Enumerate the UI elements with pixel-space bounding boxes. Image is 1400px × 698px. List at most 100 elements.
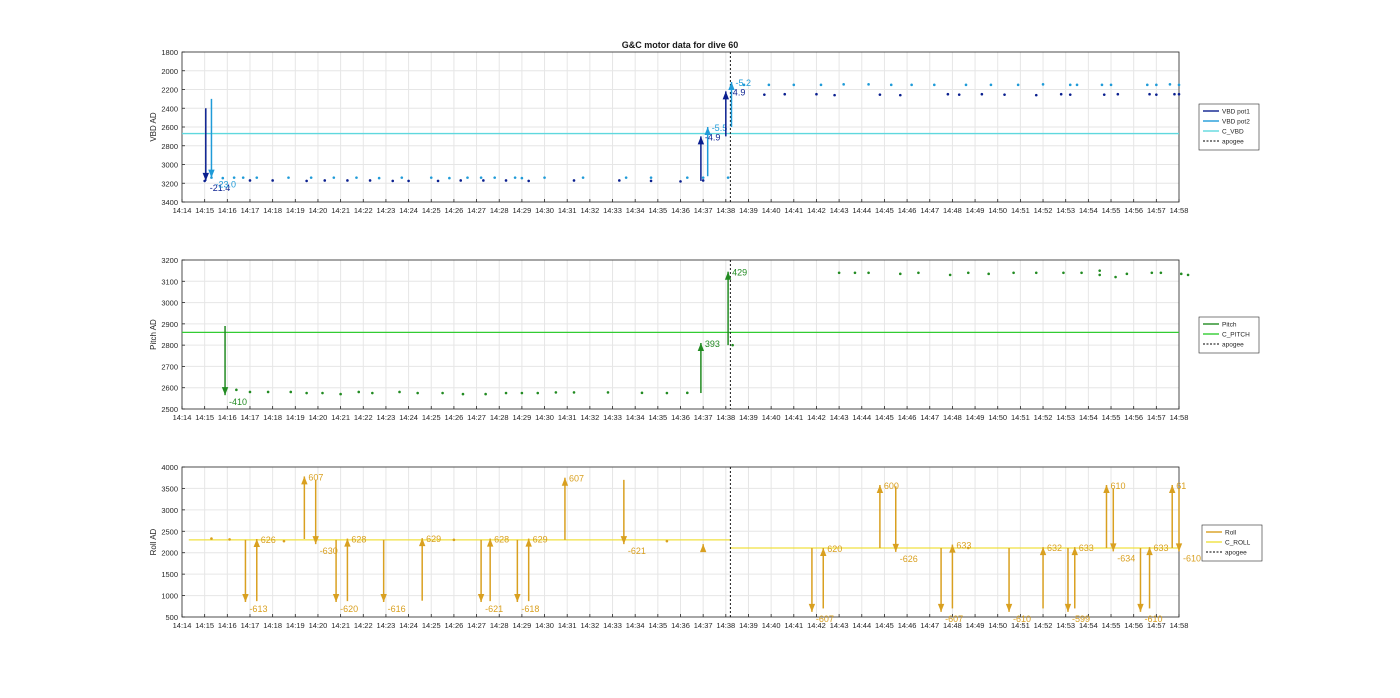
x-tick-label: 14:44 [852,206,871,215]
legend-entry: apogee [1222,342,1244,349]
annotation-arrowhead [332,594,340,602]
data-point-vbd-pot2 [1075,83,1079,87]
data-point-pitch [572,391,576,394]
data-point-vbd-pot1 [407,179,410,183]
data-point-vbd-pot2 [1068,83,1072,87]
data-point-vbd-pot2 [255,176,259,179]
x-tick-label: 14:38 [716,206,735,215]
annotation-arrowhead [301,476,308,485]
x-tick-label: 14:57 [1147,206,1166,215]
annotation-label: 629 [533,535,548,545]
y-axis-label: VBD AD [149,112,158,142]
data-point-vbd-pot1 [1177,92,1181,96]
data-point-vbd-pot2 [1145,83,1149,87]
data-point-pitch [665,391,669,395]
y-axis-label: Roll AD [149,528,158,555]
x-tick-label: 14:35 [648,413,667,422]
data-point-vbd-pot1 [1068,93,1072,96]
x-tick-label: 14:49 [966,413,985,422]
data-point-vbd-pot1 [504,179,508,182]
data-point-pitch [1034,271,1038,275]
x-tick-label: 14:51 [1011,206,1030,215]
data-point-vbd-pot1 [323,179,327,182]
data-point-vbd-pot2 [377,176,381,180]
data-point-pitch [1012,271,1015,275]
x-tick-label: 14:37 [694,413,713,422]
data-point-vbd-pot1 [1173,92,1176,96]
data-point-pitch [536,391,540,395]
data-point-vbd-pot1 [1003,93,1006,96]
data-point-pitch [339,392,342,396]
annotation-label: -621 [628,546,646,556]
data-point-vbd-pot2 [1100,83,1104,87]
y-tick-label: 2900 [161,320,178,329]
x-tick-label: 14:48 [943,413,962,422]
data-point-pitch [416,391,419,395]
y-tick-label: 2000 [161,67,178,76]
data-point-pitch [1186,273,1190,277]
x-tick-label: 14:36 [671,621,690,630]
x-tick-label: 14:19 [286,413,305,422]
x-tick-label: 14:38 [716,621,735,630]
data-point-vbd-pot2 [1016,83,1020,87]
x-tick-label: 14:49 [966,206,985,215]
y-tick-label: 3500 [161,484,178,493]
x-tick-label: 14:51 [1011,413,1030,422]
y-tick-label: 2800 [161,142,178,151]
legend-entry: apogee [1222,139,1244,146]
y-tick-label: 1000 [161,592,178,601]
x-tick-label: 14:22 [354,206,373,215]
annotation-label: 620 [827,544,842,554]
annotation-label: -626 [900,554,918,564]
legend-entry: apogee [1225,550,1247,557]
x-tick-label: 14:26 [445,621,464,630]
figure-canvas: G&C motor data for dive 60 14:14 14:15 14:… [149,40,1263,630]
data-point-pitch [289,390,293,394]
annotation-label: 600 [884,481,899,491]
x-tick-label: 14:58 [1170,206,1189,215]
annotation-label: -607 [945,614,963,624]
annotation-label: 633 [1079,543,1094,553]
y-tick-label: 1500 [161,570,178,579]
x-tick-label: 14:53 [1056,206,1075,215]
legend-entry: C_ROLL [1225,540,1251,547]
x-tick-label: 14:39 [739,413,758,422]
y-tick-label: 2200 [161,86,178,95]
data-point-vbd-pot2 [867,83,870,86]
data-point-vbd-pot2 [910,83,913,87]
x-tick-label: 14:28 [490,413,509,422]
data-point-vbd-pot1 [1116,92,1120,96]
data-point-vbd-pot2 [624,176,628,179]
data-point-pitch [731,343,734,347]
annotation-label: -610 [1183,553,1201,563]
data-point-roll [228,538,231,541]
x-tick-label: 14:19 [286,206,305,215]
data-point-vbd-pot2 [493,176,496,179]
data-point-vbd-pot1 [305,179,308,183]
legend-entry: Pitch [1222,322,1237,329]
data-point-pitch [266,390,270,394]
x-tick-label: 14:34 [626,621,645,630]
x-tick-label: 14:43 [830,206,849,215]
annotation-arrowhead [1103,485,1110,493]
x-tick-label: 14:16 [218,621,237,630]
x-tick-label: 14:57 [1147,413,1166,422]
data-point-pitch [948,273,952,277]
data-point-vbd-pot1 [946,92,950,96]
x-tick-label: 14:36 [671,413,690,422]
data-point-vbd-pot1 [783,92,787,96]
x-tick-label: 14:15 [195,413,214,422]
x-tick-label: 14:30 [535,413,554,422]
annotation-arrowhead [820,548,827,556]
annotation-arrowhead [728,82,735,90]
data-point-vbd-pot2 [448,176,451,180]
annotation-arrowhead [699,544,707,553]
annotation-arrowhead [1005,603,1013,612]
x-tick-label: 14:29 [512,206,531,215]
data-point-vbd-pot1 [1059,92,1063,96]
annotation-label: -610 [1013,614,1031,624]
data-point-vbd-pot1 [1148,92,1151,96]
data-point-pitch [1080,271,1083,275]
x-tick-label: 14:32 [580,413,599,422]
data-point-roll [665,539,669,543]
